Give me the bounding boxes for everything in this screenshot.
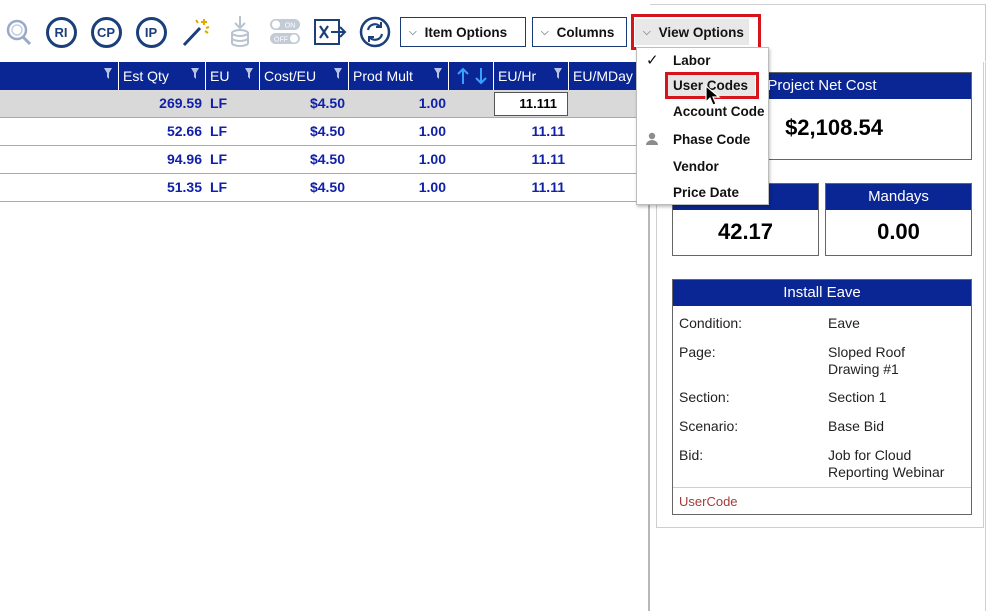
ip-button[interactable]: IP: [133, 14, 169, 50]
eu-hr-cell[interactable]: 11.11: [494, 146, 566, 173]
filter-icon[interactable]: [245, 68, 253, 79]
table-row[interactable]: 52.66 LF $4.50 1.00 11.11: [0, 118, 648, 146]
table-row[interactable]: 269.59 LF $4.50 1.00 11.111: [0, 90, 648, 118]
table-row[interactable]: 51.35 LF $4.50 1.00 11.11: [0, 174, 648, 202]
view-options-highlight: [631, 14, 761, 50]
cost-eu-cell[interactable]: $4.50: [260, 146, 345, 173]
cp-icon: CP: [90, 16, 122, 48]
download-database-icon[interactable]: [222, 14, 258, 50]
detail-label: Page:: [679, 344, 716, 360]
mandays-card: Mandays 0.00: [825, 183, 972, 256]
ri-button[interactable]: RI: [43, 14, 79, 50]
detail-value: Eave: [828, 315, 860, 331]
detail-value: Section 1: [828, 389, 887, 405]
est-qty-cell[interactable]: 51.35: [119, 174, 202, 201]
cp-button[interactable]: CP: [88, 14, 124, 50]
est-qty-cell[interactable]: 52.66: [119, 118, 202, 145]
filter-icon[interactable]: [434, 68, 442, 79]
detail-label: Bid:: [679, 447, 704, 463]
cost-eu-cell[interactable]: $4.50: [260, 118, 345, 145]
toolbar-edge: [985, 5, 986, 61]
est-qty-cell[interactable]: 269.59: [119, 90, 202, 117]
cost-eu-cell[interactable]: $4.50: [260, 90, 345, 117]
eu-hr-cell[interactable]: 11.11: [494, 118, 566, 145]
column-label: Prod Mult: [353, 68, 413, 84]
menu-item-price-date[interactable]: Price Date: [673, 185, 739, 200]
detail-label: Section:: [679, 389, 730, 405]
search-icon[interactable]: [0, 14, 36, 50]
toolbar-divider: [650, 4, 986, 5]
divider: [673, 487, 971, 488]
ri-icon: RI: [45, 16, 77, 48]
ip-icon: IP: [135, 16, 167, 48]
columns-label: Columns: [556, 24, 615, 40]
columns-dropdown[interactable]: ⌵ Columns: [532, 17, 627, 47]
item-details-card: Install Eave Condition: Eave Page: Slope…: [672, 279, 972, 515]
menu-item-vendor[interactable]: Vendor: [673, 159, 719, 174]
eu-hr-cell[interactable]: 11.11: [494, 174, 566, 201]
column-label: EU: [210, 68, 230, 84]
menu-item-phase-code[interactable]: Phase Code: [673, 132, 750, 147]
item-options-label: Item Options: [424, 24, 508, 40]
detail-label: Condition:: [679, 315, 743, 331]
menu-item-labor[interactable]: Labor: [673, 53, 711, 68]
item-title: Install Eave: [673, 280, 971, 306]
toggle-on-off-icon[interactable]: ON OFF: [267, 14, 303, 50]
export-x-icon[interactable]: [312, 14, 348, 50]
prod-mult-cell[interactable]: 1.00: [349, 90, 446, 117]
prod-mult-cell[interactable]: 1.00: [349, 174, 446, 201]
column-header-blank[interactable]: [0, 62, 119, 90]
eu-cell[interactable]: LF: [210, 146, 250, 173]
hours-value: 42.17: [717, 219, 774, 244]
mouse-cursor-icon: [705, 85, 721, 106]
detail-value: Job for Cloud Reporting Webinar: [828, 447, 945, 480]
prod-mult-cell[interactable]: 1.00: [349, 118, 446, 145]
filter-icon[interactable]: [334, 68, 342, 79]
detail-value: Sloped Roof Drawing #1: [828, 344, 906, 377]
right-panel-edge: [985, 62, 986, 611]
detail-value: Base Bid: [828, 418, 885, 434]
column-label: EU/MDay: [573, 68, 633, 84]
item-options-dropdown[interactable]: ⌵ Item Options: [400, 17, 526, 47]
person-icon: [646, 132, 658, 145]
column-header-est-qty[interactable]: Est Qty: [119, 62, 206, 90]
filter-icon[interactable]: [191, 68, 199, 79]
svg-text:OFF: OFF: [274, 37, 288, 44]
magic-wand-icon[interactable]: [178, 14, 214, 50]
prod-mult-cell[interactable]: 1.00: [349, 146, 446, 173]
user-code-label: UserCode: [679, 494, 738, 509]
mandays-value: 0.00: [877, 219, 920, 244]
refresh-icon[interactable]: [357, 14, 393, 50]
sort-arrows-icon[interactable]: [454, 66, 490, 86]
detail-label: Scenario:: [679, 418, 739, 434]
eu-cell[interactable]: LF: [210, 174, 250, 201]
column-label: EU/Hr: [498, 68, 537, 84]
table-row[interactable]: 94.96 LF $4.50 1.00 11.11: [0, 146, 648, 174]
grid-header: Est Qty EU Cost/EU Prod Mult EU/Hr EU/MD…: [0, 62, 648, 90]
column-header-sort[interactable]: [449, 62, 494, 90]
column-label: Est Qty: [123, 68, 169, 84]
cost-eu-cell[interactable]: $4.50: [260, 174, 345, 201]
eu-cell[interactable]: LF: [210, 118, 250, 145]
filter-icon[interactable]: [554, 68, 562, 79]
column-header-eu-hr[interactable]: EU/Hr: [494, 62, 569, 90]
view-options-menu: ✓ Labor User Codes Account Code Phase Co…: [636, 47, 769, 205]
chevron-down-icon: ⌵: [409, 26, 417, 38]
filter-icon[interactable]: [104, 68, 112, 79]
column-header-prod-mult[interactable]: Prod Mult: [349, 62, 449, 90]
column-header-eu[interactable]: EU: [206, 62, 260, 90]
eu-cell[interactable]: LF: [210, 90, 250, 117]
checkmark-icon: ✓: [646, 52, 659, 69]
toolbar: RI CP IP ON OFF ⌵ Item Options ⌵ Columns…: [0, 0, 1001, 62]
card-title: Mandays: [826, 184, 971, 210]
eu-hr-edit-field[interactable]: 11.111: [494, 92, 568, 116]
est-qty-cell[interactable]: 94.96: [119, 146, 202, 173]
svg-text:ON: ON: [285, 23, 296, 30]
chevron-down-icon: ⌵: [541, 26, 549, 38]
column-label: Cost/EU: [264, 68, 317, 84]
column-header-cost-eu[interactable]: Cost/EU: [260, 62, 349, 90]
